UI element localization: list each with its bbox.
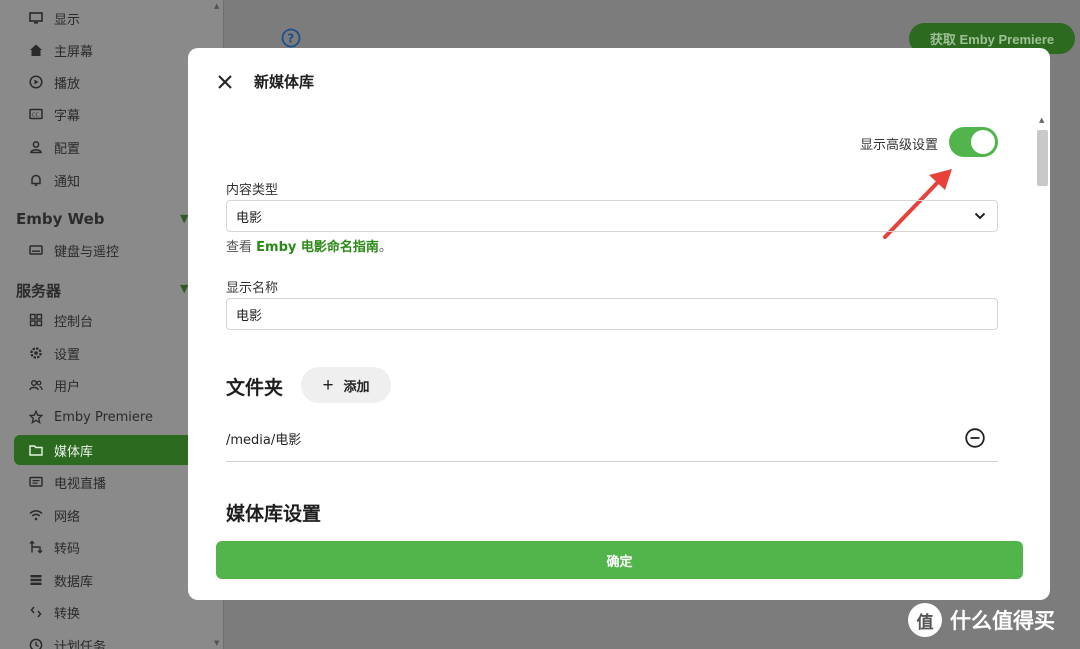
bell-icon — [28, 172, 44, 188]
scroll-up-arrow-icon[interactable]: ▲ — [1039, 116, 1044, 124]
watermark-text: 什么值得买 — [950, 609, 1055, 633]
sidebar-item-conversion[interactable]: 转换 — [14, 597, 204, 627]
sidebar-item-label: 主屏幕 — [54, 44, 94, 60]
subtitles-icon: CC — [28, 106, 44, 122]
display-name-input[interactable] — [226, 298, 998, 330]
naming-guide-hint: 查看 Emby 电影命名指南。 — [226, 236, 392, 255]
sidebar-item-label: 计划任务 — [54, 639, 107, 649]
close-icon — [218, 75, 232, 89]
clock-icon — [28, 637, 44, 649]
watermark: 值 什么值得买 — [908, 603, 1055, 637]
dashboard-icon — [28, 312, 44, 328]
sidebar-item-profile[interactable]: 配置 — [14, 132, 204, 162]
convert-icon — [28, 604, 44, 620]
sidebar-item-label: 显示 — [54, 12, 81, 28]
sidebar-item-users[interactable]: 用户 — [14, 370, 204, 400]
dialog-title: 新媒体库 — [254, 73, 315, 91]
sidebar-item-transcoding[interactable]: 转码 — [14, 532, 204, 562]
sidebar-item-label: 配置 — [54, 141, 81, 157]
gear-icon — [28, 345, 44, 361]
sidebar-item-scheduled-tasks[interactable]: 计划任务 — [14, 630, 204, 649]
folder-icon — [28, 442, 44, 458]
monitor-icon — [28, 10, 44, 26]
sidebar-item-label: 控制台 — [54, 314, 94, 330]
advanced-settings-label: 显示高级设置 — [860, 138, 939, 153]
play-circle-icon — [28, 74, 44, 90]
users-icon — [28, 377, 44, 393]
sidebar-item-emby-premiere[interactable]: Emby Premiere — [14, 402, 204, 432]
hint-suffix: 。 — [378, 240, 392, 255]
sidebar-item-settings[interactable]: 设置 — [14, 338, 204, 368]
database-icon — [28, 572, 44, 588]
content-type-select[interactable]: 电影 — [226, 200, 998, 232]
library-settings-title: 媒体库设置 — [226, 503, 322, 525]
content-type-label: 内容类型 — [226, 183, 279, 198]
sidebar-item-database[interactable]: 数据库 — [14, 565, 204, 595]
watermark-logo-icon: 值 — [908, 603, 942, 637]
sidebar-item-label: 通知 — [54, 174, 81, 190]
sidebar-item-label: 电视直播 — [54, 476, 107, 492]
person-icon — [28, 139, 44, 155]
sidebar-item-network[interactable]: 网络 — [14, 500, 204, 530]
new-library-dialog: 新媒体库 ▲ 显示高级设置 内容类型 电影 查看 Emby 电影命名指南。 显示… — [188, 48, 1050, 600]
folders-title: 文件夹 — [226, 377, 284, 399]
sidebar-item-subtitles[interactable]: CC 字幕 — [14, 99, 204, 129]
plus-icon: + — [322, 374, 334, 396]
scrollbar-thumb[interactable] — [1037, 130, 1048, 186]
sidebar-item-live-tv[interactable]: 电视直播 — [14, 467, 204, 497]
confirm-button[interactable]: 确定 — [216, 541, 1023, 579]
sidebar-item-label: 设置 — [54, 347, 81, 363]
sidebar-item-dashboard[interactable]: 控制台 — [14, 305, 204, 335]
tv-icon — [28, 474, 44, 490]
sidebar-item-keyboard[interactable]: 键盘与遥控 — [14, 235, 204, 265]
add-folder-label: 添加 — [343, 378, 370, 394]
sidebar-item-label: 媒体库 — [54, 444, 94, 460]
scroll-up-arrow-icon[interactable]: ▲ — [214, 2, 219, 10]
sidebar-item-notifications[interactable]: 通知 — [14, 165, 204, 195]
minus-circle-icon — [965, 428, 985, 448]
sidebar-item-label: 用户 — [54, 379, 81, 395]
sidebar-section-server[interactable]: 服务器 — [16, 280, 61, 301]
content-type-value: 电影 — [236, 210, 263, 226]
sidebar-item-display[interactable]: 显示 — [14, 3, 204, 33]
close-button[interactable] — [214, 71, 236, 93]
sidebar-item-label: 数据库 — [54, 574, 94, 590]
dialog-scrollbar[interactable]: ▲ — [1036, 116, 1048, 536]
sidebar-item-playback[interactable]: 播放 — [14, 67, 204, 97]
sidebar-item-label: 转换 — [54, 606, 81, 622]
sidebar-item-label: 转码 — [54, 541, 81, 557]
remove-folder-button[interactable] — [964, 427, 986, 449]
sidebar-section-emby-web[interactable]: Emby Web — [16, 210, 105, 228]
svg-text:CC: CC — [32, 113, 39, 119]
add-folder-button[interactable]: + 添加 — [301, 367, 391, 403]
wifi-icon — [28, 507, 44, 523]
chevron-down-icon — [974, 212, 986, 220]
sidebar-item-label: 网络 — [54, 509, 81, 525]
sidebar-item-label: Emby Premiere — [54, 409, 153, 425]
keyboard-icon — [28, 242, 44, 258]
transcode-icon — [28, 539, 44, 555]
star-icon — [28, 409, 44, 425]
sidebar-item-label: 字幕 — [54, 108, 81, 124]
scroll-down-arrow-icon[interactable]: ▼ — [214, 639, 219, 647]
display-name-label: 显示名称 — [226, 281, 279, 296]
sidebar-item-home[interactable]: 主屏幕 — [14, 35, 204, 65]
advanced-settings-toggle[interactable] — [949, 127, 998, 157]
folder-row: /media/电影 — [226, 420, 998, 462]
sidebar-item-library[interactable]: 媒体库 — [14, 435, 204, 465]
svg-text:?: ? — [287, 32, 294, 46]
home-icon — [28, 42, 44, 58]
naming-guide-link[interactable]: Emby 电影命名指南 — [256, 240, 379, 255]
toggle-knob — [971, 130, 995, 154]
hint-prefix: 查看 — [226, 240, 257, 255]
sidebar-item-label: 播放 — [54, 76, 81, 92]
sidebar-item-label: 键盘与遥控 — [54, 244, 120, 260]
folder-path: /media/电影 — [226, 433, 302, 448]
help-icon[interactable]: ? — [281, 28, 301, 48]
